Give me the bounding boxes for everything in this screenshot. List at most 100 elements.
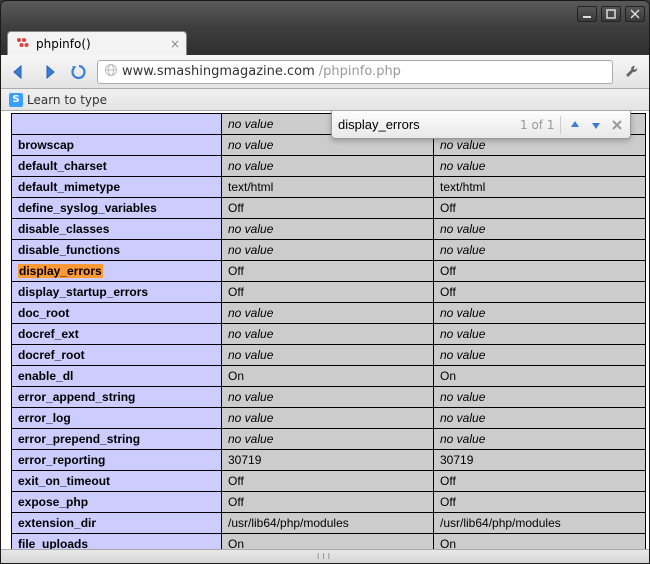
directive-name: display_startup_errors [12,282,222,303]
tab-strip: phpinfo() × [1,27,649,55]
master-value: 30719 [434,450,646,471]
url-path: /phpinfo.php [319,64,401,79]
table-row: docref_rootno valueno value [12,345,646,366]
directive-name: browscap [12,135,222,156]
browser-tab[interactable]: phpinfo() × [7,31,187,55]
table-row: error_logno valueno value [12,408,646,429]
directive-name: docref_root [12,345,222,366]
master-value: no value [434,408,646,429]
reload-button[interactable] [67,60,91,84]
local-value: no value [222,156,434,177]
local-value: no value [222,408,434,429]
bookmarks-bar: S Learn to type [1,89,649,111]
table-row: display_startup_errorsOffOff [12,282,646,303]
directive-name: enable_dl [12,366,222,387]
master-value: no value [434,303,646,324]
local-value: Off [222,261,434,282]
directive-name: disable_functions [12,240,222,261]
find-input[interactable] [338,115,514,135]
table-row: enable_dlOnOn [12,366,646,387]
globe-icon [104,63,118,81]
directive-name: display_errors [12,261,222,282]
find-highlight: display_errors [18,264,103,278]
directive-name: error_reporting [12,450,222,471]
directive-name: doc_root [12,303,222,324]
tab-close-icon[interactable]: × [170,37,180,51]
master-value: no value [434,156,646,177]
find-next-button[interactable] [588,117,603,133]
local-value: On [222,366,434,387]
content-area: 1 of 1 no value browscapno va [1,111,649,549]
local-value: no value [222,240,434,261]
find-count: 1 of 1 [520,118,554,132]
local-value: Off [222,282,434,303]
local-value: Off [222,471,434,492]
directive-name: docref_ext [12,324,222,345]
local-value: no value [222,303,434,324]
master-value: On [434,534,646,550]
table-row: disable_classesno valueno value [12,219,646,240]
master-value: /usr/lib64/php/modules [434,513,646,534]
master-value: Off [434,471,646,492]
local-value: no value [222,219,434,240]
bookmark-item[interactable]: Learn to type [27,93,107,107]
table-row: extension_dir/usr/lib64/php/modules/usr/… [12,513,646,534]
directive-name: extension_dir [12,513,222,534]
browser-window: phpinfo() × www.smashingmagazine.com/php… [0,0,650,564]
local-value: /usr/lib64/php/modules [222,513,434,534]
table-row: doc_rootno valueno value [12,303,646,324]
local-value: 30719 [222,450,434,471]
forward-button[interactable] [37,60,61,84]
table-row: default_mimetypetext/htmltext/html [12,177,646,198]
directive-name: define_syslog_variables [12,198,222,219]
master-value: Off [434,282,646,303]
directive-name: exit_on_timeout [12,471,222,492]
close-window-button[interactable] [625,6,645,22]
local-value: no value [222,387,434,408]
directive-name: default_charset [12,156,222,177]
find-close-button[interactable] [609,117,624,133]
table-row: display_errorsOffOff [12,261,646,282]
table-row: error_reporting3071930719 [12,450,646,471]
table-row: disable_functionsno valueno value [12,240,646,261]
directive-name: error_append_string [12,387,222,408]
directive-name: error_log [12,408,222,429]
table-row: default_charsetno valueno value [12,156,646,177]
master-value: text/html [434,177,646,198]
master-value: no value [434,240,646,261]
find-bar: 1 of 1 [331,111,631,139]
directive-name: default_mimetype [12,177,222,198]
find-prev-button[interactable] [567,117,582,133]
status-bar: III [1,549,649,563]
local-value: On [222,534,434,550]
local-value: no value [222,429,434,450]
local-value: Off [222,198,434,219]
url-bar[interactable]: www.smashingmagazine.com/phpinfo.php [97,60,613,84]
table-row: docref_extno valueno value [12,324,646,345]
table-row: define_syslog_variablesOffOff [12,198,646,219]
local-value: text/html [222,177,434,198]
url-host: www.smashingmagazine.com [122,64,315,79]
phpinfo-table: no value browscapno valueno valuedefault… [11,113,646,549]
php-favicon [16,37,30,51]
master-value: On [434,366,646,387]
table-row: expose_phpOffOff [12,492,646,513]
master-value: no value [434,345,646,366]
wrench-menu-button[interactable] [619,60,643,84]
directive-name [12,114,222,135]
master-value: no value [434,324,646,345]
directive-name: error_prepend_string [12,429,222,450]
master-value: no value [434,387,646,408]
master-value: Off [434,492,646,513]
page-content[interactable]: no value browscapno valueno valuedefault… [1,111,649,549]
tab-title: phpinfo() [36,37,91,51]
maximize-button[interactable] [601,6,621,22]
minimize-button[interactable] [577,6,597,22]
back-button[interactable] [7,60,31,84]
local-value: no value [222,324,434,345]
local-value: no value [222,345,434,366]
table-row: error_append_stringno valueno value [12,387,646,408]
table-row: exit_on_timeoutOffOff [12,471,646,492]
table-row: error_prepend_stringno valueno value [12,429,646,450]
titlebar[interactable] [1,1,649,27]
